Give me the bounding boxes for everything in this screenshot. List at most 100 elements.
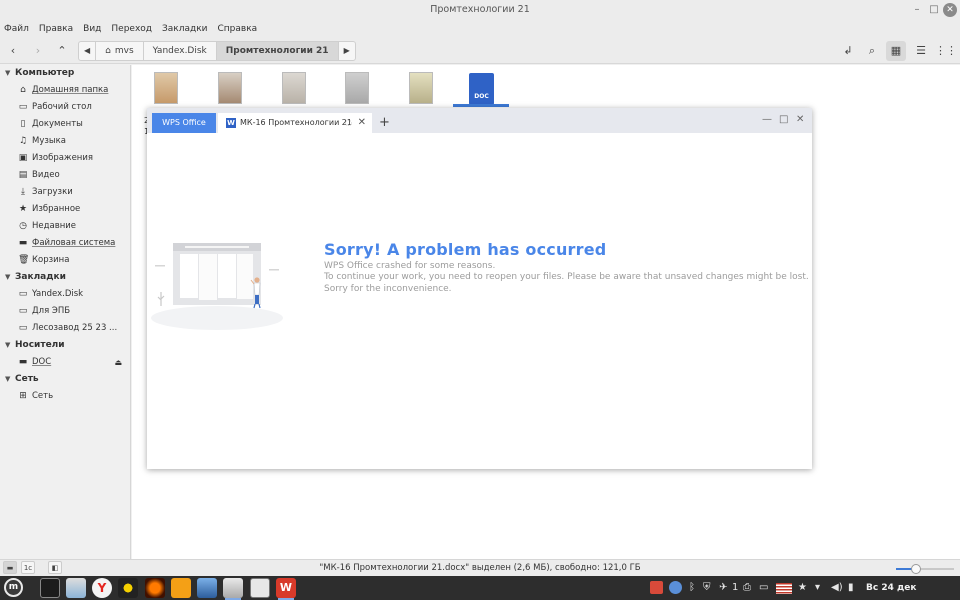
cloud-sync-icon: ◌ <box>345 118 352 127</box>
menu-bookmarks[interactable]: Закладки <box>157 20 213 38</box>
breadcrumb-label: mvs <box>114 46 134 56</box>
clock[interactable]: Вс 24 дек 10:59:27 <box>866 576 960 600</box>
battery-icon[interactable]: ▮ <box>848 581 854 595</box>
sidebar-section-header[interactable]: ▼ Закладки <box>0 269 130 286</box>
list-view-icon[interactable]: ☰ <box>911 41 931 61</box>
wps-home-tab[interactable]: WPS Office <box>152 113 216 133</box>
file-thumbnail[interactable] <box>218 72 242 104</box>
menu-icon[interactable]: m <box>4 578 23 597</box>
star-icon[interactable]: ★ <box>798 581 807 595</box>
music-icon: ♫ <box>18 136 28 146</box>
back-icon[interactable]: ‹ <box>3 41 23 61</box>
up-icon[interactable]: ⌃ <box>52 41 72 61</box>
sidebar-item[interactable]: ⊞ Сеть <box>0 388 130 405</box>
wps-maximize-icon[interactable]: □ <box>779 114 788 125</box>
breadcrumb-right-arrow-icon[interactable]: ▶ <box>339 42 355 60</box>
menu-help[interactable]: Справка <box>213 20 263 38</box>
status-bar: ▬ 1c ◧ "МК-16 Промтехнологии 21.docx" вы… <box>0 559 960 576</box>
home-icon: ⌂ <box>105 46 111 56</box>
expander-icon[interactable]: ▼ <box>5 65 15 82</box>
selection-highlight <box>453 104 509 107</box>
file-thumbnail[interactable] <box>282 72 306 104</box>
sidebar-item[interactable]: ▤ Видео <box>0 167 130 184</box>
compact-view-icon[interactable]: ⋮⋮ <box>935 41 957 61</box>
menu-edit[interactable]: Правка <box>34 20 78 38</box>
wps-document-tab[interactable]: W МК-16 Промтехнологии 21 ◌ ✕ <box>218 113 372 133</box>
maximize-icon[interactable]: □ <box>927 3 941 17</box>
breadcrumb-yandex-disk[interactable]: Yandex.Disk <box>144 42 217 60</box>
zoom-slider[interactable] <box>896 564 954 574</box>
wps-close-icon[interactable]: ✕ <box>796 114 804 125</box>
image-viewer-icon[interactable] <box>118 578 138 598</box>
bluetooth-icon[interactable]: ᛒ <box>689 581 695 595</box>
sidebar-item-label: Файловая система <box>32 238 116 248</box>
sidebar-item[interactable]: ▭ Рабочий стол <box>0 99 130 116</box>
tray-network-icon[interactable] <box>669 581 682 594</box>
sidebar-section-header[interactable]: ▼ Носители <box>0 337 130 354</box>
sidebar-item[interactable]: ▯ Документы <box>0 116 130 133</box>
doc-file-icon[interactable]: DOC <box>469 73 494 105</box>
text-editor-icon[interactable] <box>66 578 86 598</box>
breadcrumb-current[interactable]: Промтехнологии 21 <box>216 42 339 60</box>
toggle-location-icon[interactable]: ↲ <box>838 41 858 61</box>
wps-minimize-icon[interactable]: — <box>762 114 772 125</box>
sidebar-item[interactable]: ▭ Yandex.Disk <box>0 286 130 303</box>
sidebar-item[interactable]: ▣ Изображения <box>0 150 130 167</box>
menu-go[interactable]: Переход <box>106 20 157 38</box>
sidebar-item-label: Сеть <box>32 391 54 401</box>
menu-view[interactable]: Вид <box>78 20 106 38</box>
tab-close-icon[interactable]: ✕ <box>358 113 366 133</box>
volume-icon[interactable]: ◀) <box>831 581 843 595</box>
wifi-icon[interactable]: ▾ <box>815 581 820 595</box>
tray-app-icon[interactable] <box>650 581 663 594</box>
sidebar-section-header[interactable]: ▼ Компьютер <box>0 65 130 82</box>
minimize-icon[interactable]: – <box>910 3 924 17</box>
sidebar-item[interactable]: ▭ Лесозавод 25 23 ... <box>0 320 130 337</box>
file-thumbnail[interactable] <box>409 72 433 104</box>
icon-view-icon[interactable]: ▦ <box>886 41 906 61</box>
sidebar-section-title: Закладки <box>15 272 66 282</box>
shield-icon[interactable]: ⛨ <box>703 581 711 595</box>
sidebar-section-header[interactable]: ▼ Сеть <box>0 371 130 388</box>
sidebar-item[interactable]: ⤓ Загрузки <box>0 184 130 201</box>
expander-icon[interactable]: ▼ <box>5 371 15 388</box>
sidebar-item[interactable]: ⌂ Домашняя папка <box>0 82 130 99</box>
search-icon[interactable]: ⌕ <box>862 41 882 61</box>
sidebar-item[interactable]: 🗑 Корзина <box>0 252 130 269</box>
printer-icon[interactable]: ⎙ <box>743 581 751 595</box>
sidebar-item-label: Для ЭПБ <box>32 306 71 316</box>
file-thumbnail[interactable] <box>345 72 369 104</box>
forward-icon[interactable]: › <box>28 41 48 61</box>
eject-icon[interactable]: ⏏ <box>114 354 122 371</box>
breadcrumb-home[interactable]: ⌂ mvs <box>96 42 144 60</box>
mail-icon[interactable] <box>171 578 191 598</box>
expander-icon[interactable]: ▼ <box>5 337 15 354</box>
crash-message-line: To continue your work, you need to reope… <box>324 272 809 282</box>
expander-icon[interactable]: ▼ <box>5 269 15 286</box>
sidebar-item[interactable]: ▬ Файловая система <box>0 235 130 252</box>
breadcrumb-left-arrow-icon[interactable]: ◀ <box>79 42 97 60</box>
menu-file[interactable]: Файл <box>0 20 34 38</box>
calculator-icon[interactable] <box>250 578 270 598</box>
update-icon[interactable]: ✈ <box>719 581 727 595</box>
game-icon[interactable] <box>145 578 165 598</box>
sidebar-item[interactable]: ◷ Недавние <box>0 218 130 235</box>
keyboard-layout-flag-icon[interactable] <box>776 583 792 594</box>
new-tab-button[interactable]: + <box>379 113 390 133</box>
sidebar-section-title: Сеть <box>15 374 39 384</box>
wps-icon[interactable]: W <box>276 578 296 600</box>
sidebar-item[interactable]: ▭ Для ЭПБ <box>0 303 130 320</box>
display-icon[interactable]: ▭ <box>759 581 768 595</box>
terminal-icon[interactable] <box>40 578 60 598</box>
sidebar-item[interactable]: ▬ DOC ⏏ <box>0 354 130 371</box>
sidebar-item[interactable]: ★ Избранное <box>0 201 130 218</box>
sidebar-item-label: Видео <box>32 170 60 180</box>
file-thumbnail[interactable] <box>154 72 178 104</box>
document-viewer-icon[interactable] <box>223 578 243 600</box>
yandex-browser-icon[interactable]: Y <box>92 578 112 598</box>
crash-message-line: Sorry for the inconvenience. <box>324 284 452 294</box>
sidebar-section-title: Носители <box>15 340 65 350</box>
file-manager-icon[interactable] <box>197 578 217 598</box>
sidebar-item[interactable]: ♫ Музыка <box>0 133 130 150</box>
close-icon[interactable]: ✕ <box>943 3 957 17</box>
